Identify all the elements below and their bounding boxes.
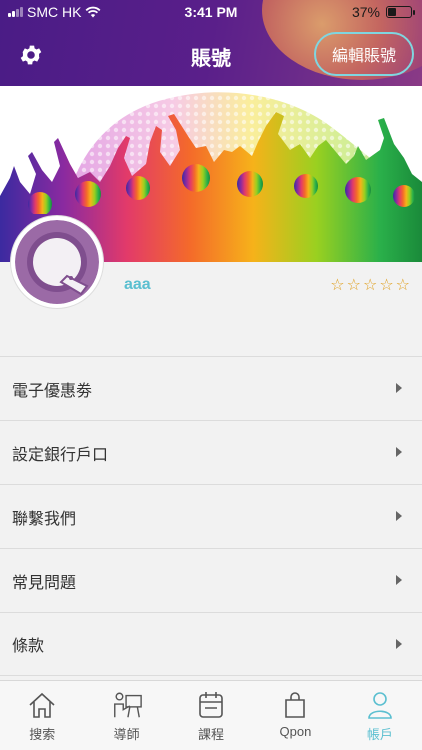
star-icon: ☆ bbox=[346, 277, 361, 294]
menu-item-contact-us[interactable]: 聯繫我們 bbox=[0, 484, 422, 548]
avatar[interactable] bbox=[11, 216, 103, 308]
shopping-bag-icon bbox=[285, 692, 306, 718]
tab-qpon[interactable]: Qpon bbox=[253, 681, 337, 750]
battery-icon bbox=[386, 6, 415, 18]
battery-fill bbox=[388, 8, 396, 16]
home-icon bbox=[29, 692, 55, 718]
menu-item-label: 條款 bbox=[12, 638, 45, 655]
chevron-right-icon bbox=[396, 383, 402, 393]
account-menu: 電子優惠劵 設定銀行戶口 聯繫我們 常見問題 條款 bbox=[0, 356, 422, 676]
tab-search[interactable]: 搜索 bbox=[0, 681, 84, 750]
tab-label: 課程 bbox=[198, 727, 225, 742]
star-icon: ☆ bbox=[379, 277, 394, 294]
menu-item-label: 設定銀行戶口 bbox=[12, 446, 109, 464]
calendar-icon bbox=[199, 692, 223, 718]
q-logo-icon bbox=[15, 220, 99, 304]
menu-item-coupons[interactable]: 電子優惠劵 bbox=[0, 356, 422, 420]
status-right: 37% bbox=[351, 4, 415, 20]
tutor-icon bbox=[113, 692, 142, 718]
chevron-right-icon bbox=[396, 639, 402, 649]
menu-item-bank-account[interactable]: 設定銀行戶口 bbox=[0, 420, 422, 484]
menu-item-label: 電子優惠劵 bbox=[12, 382, 93, 400]
menu-item-label: 常見問題 bbox=[12, 574, 77, 592]
tab-label: 帳戶 bbox=[366, 727, 393, 742]
tab-courses[interactable]: 課程 bbox=[169, 681, 253, 750]
app-header: SMC HK 3:41 PM 37% 賬號 編輯賬號 bbox=[0, 0, 422, 86]
rating-stars: ☆ ☆ ☆ ☆ ☆ bbox=[330, 275, 410, 295]
chevron-right-icon bbox=[396, 447, 402, 457]
tab-label: Qpon bbox=[279, 724, 312, 739]
menu-item-terms[interactable]: 條款 bbox=[0, 612, 422, 676]
person-icon bbox=[368, 692, 392, 719]
chevron-right-icon bbox=[396, 511, 402, 521]
tab-bar: 搜索 導師 課程 Qpon 帳戶 bbox=[0, 680, 422, 750]
tab-tutors[interactable]: 導師 bbox=[84, 681, 168, 750]
menu-item-label: 聯繫我們 bbox=[12, 510, 77, 528]
chevron-right-icon bbox=[396, 575, 402, 585]
status-bar: SMC HK 3:41 PM 37% bbox=[0, 0, 422, 24]
settings-button[interactable] bbox=[16, 40, 46, 70]
gear-icon bbox=[20, 45, 42, 65]
tab-label: 導師 bbox=[113, 727, 140, 742]
username: aaa bbox=[124, 276, 151, 293]
tab-label: 搜索 bbox=[29, 727, 56, 742]
tab-account[interactable]: 帳戶 bbox=[338, 681, 422, 750]
battery-percent: 37% bbox=[351, 4, 380, 20]
star-icon: ☆ bbox=[395, 277, 410, 294]
edit-account-button[interactable]: 編輯賬號 bbox=[314, 32, 414, 76]
menu-item-faq[interactable]: 常見問題 bbox=[0, 548, 422, 612]
star-icon: ☆ bbox=[330, 277, 345, 294]
star-icon: ☆ bbox=[362, 277, 378, 294]
